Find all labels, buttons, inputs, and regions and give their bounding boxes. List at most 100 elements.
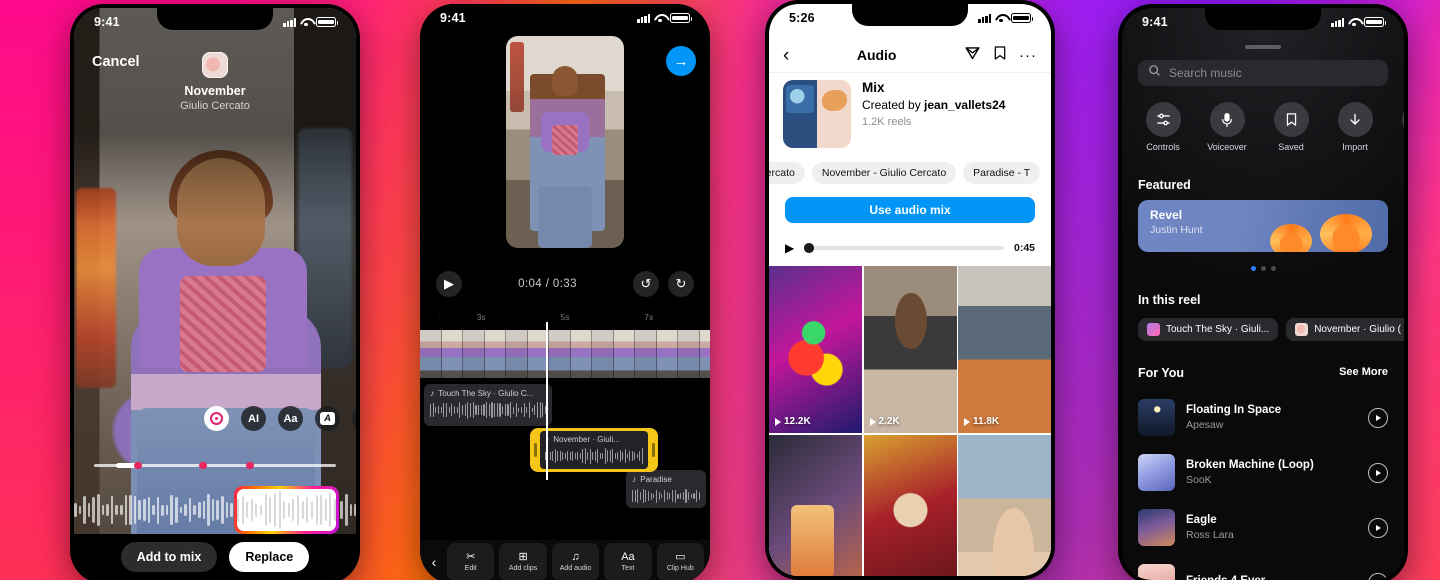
add-audio-button[interactable]: ♫ Add audio bbox=[551, 543, 600, 580]
mix-chip-3[interactable]: Paradise - T bbox=[963, 162, 1041, 184]
phone-3-nav-bar: ‹ Audio ··· bbox=[769, 38, 1051, 72]
reel-track-label: Touch The Sky · Giuli... bbox=[1166, 324, 1270, 335]
mix-chip-2[interactable]: November - Giulio Cercato bbox=[811, 162, 957, 184]
reel-thumbnail[interactable] bbox=[863, 434, 957, 576]
filmstrip-frame[interactable] bbox=[656, 330, 678, 378]
status-time: 5:26 bbox=[789, 11, 815, 25]
filmstrip-track[interactable] bbox=[420, 330, 710, 378]
audio-cover-art bbox=[783, 80, 851, 148]
play-button[interactable]: ▶ bbox=[785, 241, 794, 255]
carousel-dot[interactable] bbox=[1260, 266, 1266, 271]
reel-thumbnail[interactable] bbox=[769, 434, 862, 576]
replace-button[interactable]: Replace bbox=[229, 542, 310, 572]
list-item[interactable]: Floating In Space Apesaw bbox=[1138, 390, 1388, 445]
play-button[interactable] bbox=[1368, 407, 1388, 428]
current-time: 0:04 bbox=[518, 278, 543, 290]
clip-scrubber[interactable] bbox=[94, 461, 336, 470]
saved-label: Saved bbox=[1278, 142, 1304, 152]
scrubber-point-2[interactable] bbox=[199, 461, 207, 470]
play-button[interactable] bbox=[1368, 462, 1388, 483]
text-tool-button[interactable]: Aa Text bbox=[604, 543, 652, 580]
use-audio-mix-button[interactable]: Use audio mix bbox=[785, 197, 1035, 223]
back-button[interactable]: ‹ bbox=[783, 46, 789, 65]
filmstrip-frame[interactable] bbox=[484, 330, 506, 378]
reel-track-chip[interactable]: Touch The Sky · Giuli... bbox=[1138, 318, 1279, 341]
voiceover-action[interactable]: Voiceover bbox=[1202, 102, 1252, 158]
play-icon bbox=[1376, 469, 1382, 476]
toolbar-back-button[interactable]: ‹ bbox=[426, 554, 442, 570]
preview-clothes-rail bbox=[510, 42, 524, 112]
text-style-icon: A bbox=[320, 412, 335, 425]
list-item[interactable]: Eagle Ross Lara bbox=[1138, 500, 1388, 555]
mix-chip-1[interactable]: io Cercato bbox=[769, 162, 805, 184]
for-you-heading: For You bbox=[1138, 366, 1185, 380]
send-icon[interactable] bbox=[964, 44, 981, 66]
video-preview[interactable] bbox=[506, 36, 624, 248]
effect-toggle-button[interactable] bbox=[204, 406, 229, 431]
add-to-mix-button[interactable]: Add to mix bbox=[120, 542, 218, 572]
sounds-action[interactable]: Sou bbox=[1394, 102, 1404, 158]
audio-track-2-selected[interactable]: ♪ November · Giuli... bbox=[530, 428, 658, 472]
filmstrip-frame[interactable] bbox=[613, 330, 635, 378]
audio-track-3[interactable]: ♪ Paradise bbox=[626, 470, 706, 508]
selected-audio-clip[interactable] bbox=[234, 486, 339, 534]
filmstrip-frame[interactable] bbox=[592, 330, 614, 378]
play-button[interactable] bbox=[1368, 517, 1388, 538]
next-button[interactable]: → bbox=[666, 46, 696, 76]
text-style-tool-button[interactable]: A bbox=[315, 406, 340, 431]
ai-tool-button[interactable]: AI bbox=[241, 406, 266, 431]
audio-track-1-name: Touch The Sky · Giulio C... bbox=[438, 388, 534, 398]
filmstrip-frame[interactable] bbox=[635, 330, 657, 378]
track-name: Floating In Space bbox=[1186, 404, 1282, 416]
timeline-playhead[interactable] bbox=[546, 322, 548, 480]
filmstrip-frame[interactable] bbox=[506, 330, 528, 378]
filmstrip-frame[interactable] bbox=[441, 330, 463, 378]
controls-action[interactable]: Controls bbox=[1138, 102, 1188, 158]
scrubber-point-1[interactable] bbox=[134, 461, 142, 470]
track-artist: Ross Lara bbox=[1186, 529, 1234, 541]
more-options-icon[interactable]: ··· bbox=[1019, 47, 1037, 64]
progress-knob[interactable] bbox=[804, 243, 814, 253]
reel-thumbnail[interactable] bbox=[958, 434, 1051, 576]
play-button[interactable]: ▶ bbox=[436, 271, 462, 297]
views-value: 11.8K bbox=[973, 416, 1000, 427]
import-action[interactable]: Import bbox=[1330, 102, 1380, 158]
carousel-dot-active[interactable] bbox=[1250, 266, 1256, 271]
creator-username[interactable]: jean_vallets24 bbox=[924, 98, 1005, 112]
reel-track-chip[interactable]: November · Giulio ( bbox=[1286, 318, 1404, 341]
undo-button[interactable]: ↺ bbox=[632, 271, 659, 297]
add-clips-button[interactable]: ⊞ Add clips bbox=[499, 543, 547, 580]
search-music-field[interactable]: Search music bbox=[1138, 60, 1388, 86]
more-tool-button[interactable]: A bbox=[352, 406, 356, 431]
audio-mix-chips[interactable]: io Cercato November - Giulio Cercato Par… bbox=[769, 161, 1051, 185]
filmstrip-frame[interactable] bbox=[420, 330, 442, 378]
carousel-dots bbox=[1122, 266, 1404, 271]
filmstrip-frame[interactable] bbox=[463, 330, 485, 378]
audio-track-1[interactable]: ♪ Touch The Sky · Giulio C... bbox=[424, 384, 552, 426]
ruler-tick: · bbox=[438, 313, 441, 321]
featured-card[interactable]: Revel Justin Hunt bbox=[1138, 200, 1388, 252]
scrubber-point-3[interactable] bbox=[246, 461, 254, 470]
reel-thumbnail[interactable]: 2.2K bbox=[863, 266, 957, 433]
track-thumbnail bbox=[1138, 564, 1175, 580]
see-more-link[interactable]: See More bbox=[1339, 366, 1388, 378]
sheet-grabber[interactable] bbox=[1245, 45, 1281, 49]
filmstrip-frame[interactable] bbox=[699, 330, 710, 378]
list-item[interactable]: Friends 4 Ever bbox=[1138, 555, 1388, 580]
filmstrip-frame[interactable] bbox=[570, 330, 592, 378]
redo-button[interactable]: ↻ bbox=[667, 271, 694, 297]
reel-thumbnail[interactable]: 12.2K bbox=[769, 266, 862, 433]
bookmark-icon[interactable] bbox=[992, 45, 1008, 66]
carousel-dot[interactable] bbox=[1270, 266, 1276, 271]
list-item[interactable]: Broken Machine (Loop) SooK bbox=[1138, 445, 1388, 500]
preview-head bbox=[552, 65, 578, 96]
saved-action[interactable]: Saved bbox=[1266, 102, 1316, 158]
text-size-tool-button[interactable]: Aa bbox=[278, 406, 303, 431]
filmstrip-frame[interactable] bbox=[549, 330, 571, 378]
reel-thumbnail[interactable]: 11.8K bbox=[958, 266, 1051, 433]
filmstrip-frame[interactable] bbox=[678, 330, 700, 378]
clip-hub-button[interactable]: ▭ Clip Hub bbox=[656, 543, 705, 580]
play-button[interactable] bbox=[1368, 572, 1388, 580]
edit-tool-button[interactable]: ✂ Edit bbox=[447, 543, 495, 580]
progress-bar[interactable] bbox=[804, 243, 1004, 253]
